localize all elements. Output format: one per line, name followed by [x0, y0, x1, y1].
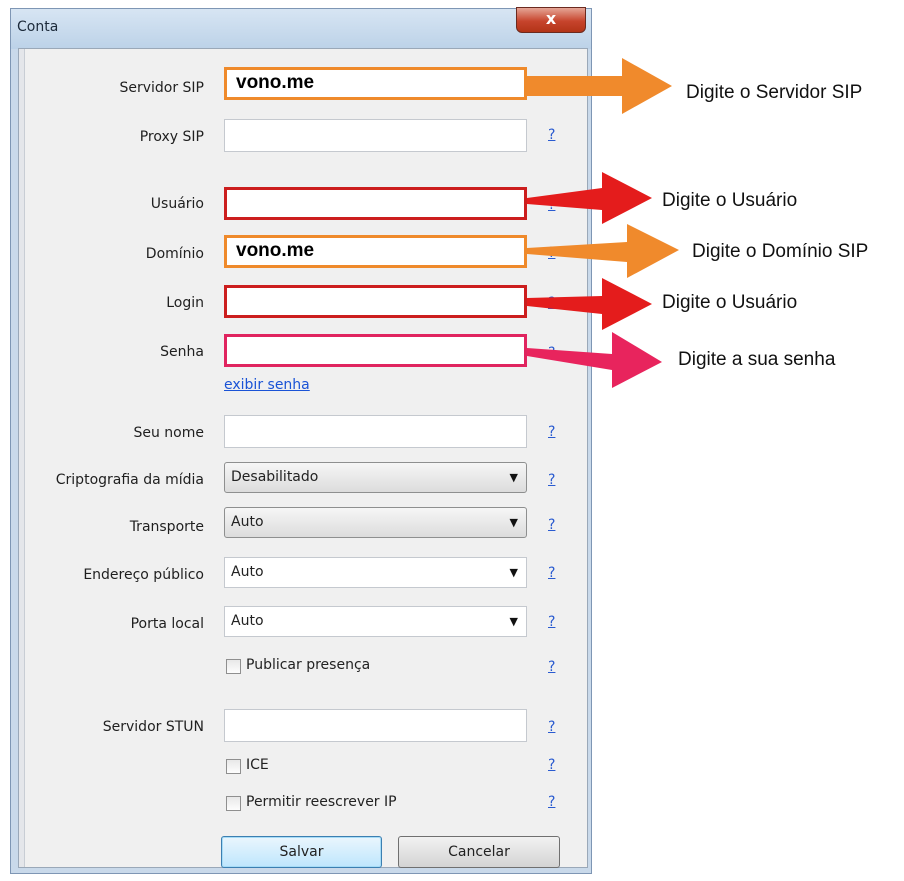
seu-nome-label: Seu nome — [133, 425, 204, 441]
chevron-down-icon[interactable]: ▼ — [510, 558, 518, 587]
senha-input[interactable] — [224, 334, 527, 367]
dominio-input[interactable]: vono.me — [224, 235, 527, 268]
chevron-down-icon[interactable]: ▼ — [510, 607, 518, 636]
ice-label: ICE — [246, 757, 269, 773]
arrow-right-icon — [527, 278, 652, 330]
seu-nome-input[interactable] — [224, 415, 527, 448]
checkbox-box[interactable] — [226, 659, 241, 674]
arrow-right-icon — [527, 58, 672, 114]
title-bar[interactable]: Conta x — [11, 7, 591, 49]
help-icon[interactable]: ? — [548, 659, 555, 675]
annotation-login: Digite o Usuário — [662, 292, 798, 313]
annotation-usuario: Digite o Usuário — [662, 190, 798, 211]
proxy-sip-input[interactable] — [224, 119, 527, 152]
criptografia-select[interactable]: Desabilitado ▼ — [224, 462, 527, 493]
help-icon[interactable]: ? — [548, 565, 555, 581]
window-title: Conta — [17, 19, 59, 35]
permitir-reescrever-ip-label: Permitir reescrever IP — [246, 794, 397, 810]
porta-local-combo[interactable]: Auto ▼ — [224, 606, 527, 637]
dialog-body — [18, 48, 588, 868]
endereco-publico-value: Auto — [231, 564, 264, 580]
arrow-right-icon — [527, 172, 652, 224]
endereco-publico-combo[interactable]: Auto ▼ — [224, 557, 527, 588]
chevron-down-icon: ▼ — [509, 516, 518, 529]
help-icon[interactable]: ? — [548, 614, 555, 630]
arrow-right-icon — [527, 224, 679, 278]
publicar-presenca-label: Publicar presença — [246, 657, 371, 673]
chevron-down-icon: ▼ — [509, 471, 518, 484]
transporte-select[interactable]: Auto ▼ — [224, 507, 527, 538]
help-icon[interactable]: ? — [548, 794, 555, 810]
help-icon[interactable]: ? — [548, 424, 555, 440]
cancel-button[interactable]: Cancelar — [398, 836, 560, 868]
help-icon[interactable]: ? — [548, 757, 555, 773]
annotation-senha: Digite a sua senha — [678, 349, 836, 370]
transporte-label: Transporte — [129, 519, 204, 535]
criptografia-value: Desabilitado — [231, 469, 319, 485]
show-password-link[interactable]: exibir senha — [224, 377, 310, 393]
usuario-label: Usuário — [150, 196, 204, 212]
annotation-servidor: Digite o Servidor SIP — [686, 82, 863, 103]
proxy-sip-label: Proxy SIP — [139, 129, 204, 145]
checkbox-box[interactable] — [226, 759, 241, 774]
help-icon[interactable]: ? — [548, 517, 555, 533]
login-input[interactable] — [224, 285, 527, 318]
help-icon[interactable]: ? — [548, 472, 555, 488]
porta-local-label: Porta local — [130, 616, 204, 632]
servidor-stun-label: Servidor STUN — [102, 719, 204, 735]
senha-label: Senha — [160, 344, 204, 360]
save-button[interactable]: Salvar — [221, 836, 382, 868]
login-label: Login — [166, 295, 204, 311]
close-icon: x — [545, 9, 557, 28]
transporte-value: Auto — [231, 514, 264, 530]
help-icon[interactable]: ? — [548, 127, 555, 143]
dominio-label: Domínio — [145, 246, 204, 262]
scrollbar[interactable] — [19, 49, 25, 867]
servidor-sip-label: Servidor SIP — [119, 80, 204, 96]
usuario-input[interactable] — [224, 187, 527, 220]
checkbox-box[interactable] — [226, 796, 241, 811]
servidor-sip-input[interactable]: vono.me — [224, 67, 527, 100]
arrow-right-icon — [527, 332, 662, 388]
endereco-publico-label: Endereço público — [83, 567, 204, 583]
porta-local-value: Auto — [231, 613, 264, 629]
close-button[interactable]: x — [516, 7, 586, 33]
criptografia-label: Criptografia da mídia — [55, 472, 204, 488]
annotation-dominio: Digite o Domínio SIP — [692, 241, 869, 262]
help-icon[interactable]: ? — [548, 719, 555, 735]
servidor-stun-input[interactable] — [224, 709, 527, 742]
